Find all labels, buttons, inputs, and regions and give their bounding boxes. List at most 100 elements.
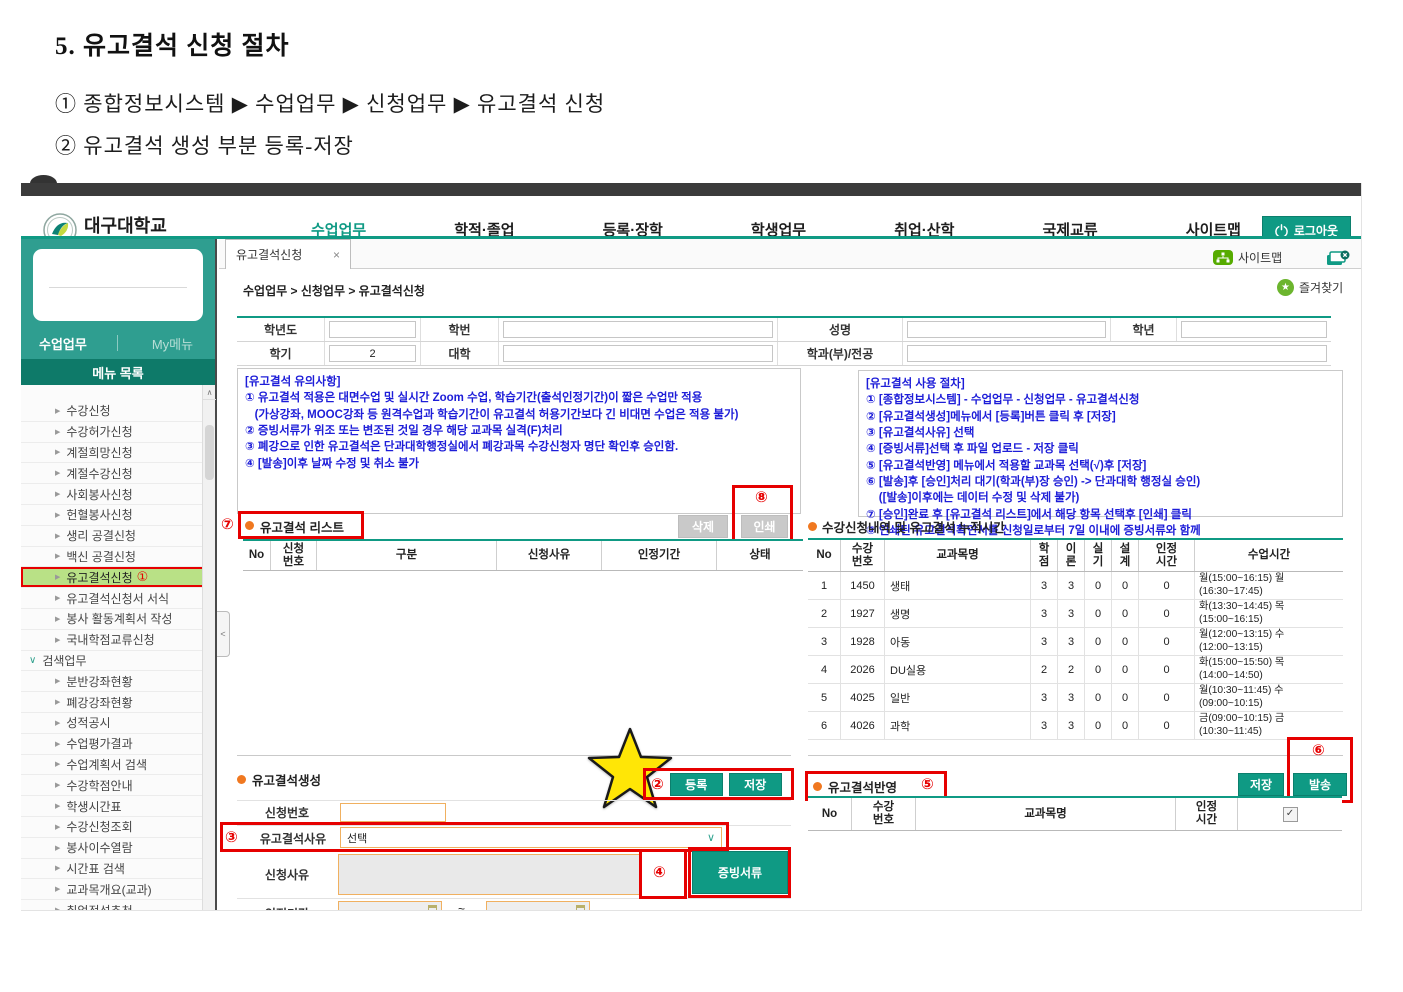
send-button[interactable]: 발송 — [1293, 773, 1347, 796]
attachment-button[interactable]: 증빙서류 — [692, 851, 788, 894]
triangle-icon: ▶ — [55, 864, 60, 872]
reason-label: 신청사유 — [237, 851, 337, 898]
period-start-input[interactable] — [338, 901, 442, 911]
year-input[interactable] — [329, 321, 416, 338]
reason-type-select[interactable]: 선택 ∨ — [340, 827, 722, 848]
sidebar-collapse-handle[interactable]: < — [217, 611, 230, 657]
sidebar-menu-item[interactable]: ▶ 취업적성추천 — [21, 900, 204, 910]
reason-textarea[interactable] — [338, 854, 640, 895]
studentno-input[interactable] — [503, 321, 773, 338]
cell-code: 1928 — [841, 628, 885, 656]
register-button[interactable]: 등록 — [670, 773, 723, 796]
sidebar-menu-item[interactable]: ▶ 유고결석신청서 서식 — [21, 588, 204, 609]
sidebar-menu-item[interactable]: ▶ 시간표 검색 — [21, 859, 204, 880]
sidebar-menu-item[interactable]: ▶ 수강허가신청 — [21, 422, 204, 443]
sidebar-menu-item[interactable]: ▶ 수업평가결과 — [21, 734, 204, 755]
sidebar-menu-item[interactable]: ▶ 분반강좌현황 — [21, 671, 204, 692]
cell-design: 0 — [1112, 712, 1139, 740]
sidebar-tab-mymenu[interactable]: My메뉴 — [152, 334, 193, 353]
close-icon[interactable]: × — [333, 248, 340, 262]
apply-save-button[interactable]: 저장 — [1238, 773, 1284, 796]
dept-input[interactable] — [907, 345, 1327, 362]
college-input[interactable] — [503, 345, 773, 362]
cell-design: 0 — [1112, 684, 1139, 712]
name-input[interactable] — [907, 321, 1106, 338]
cell-course: 일반 — [885, 684, 1031, 712]
bullet-icon — [813, 780, 822, 794]
scroll-up-icon[interactable]: ∧ — [203, 385, 216, 400]
divider — [49, 287, 187, 288]
cell-theory: 2 — [1058, 656, 1085, 684]
sidebar-menu-item-label: 분반강좌현황 — [66, 673, 132, 690]
sidebar-menu-item-label: 교과목개요(교과) — [66, 881, 151, 898]
sidebar-menu-item[interactable]: ▶ 계절희망신청 — [21, 443, 204, 464]
sidebar-menu: ▶ 수강신청 ▶ 수강허가신청 ▶ 계절희망신청 — [21, 385, 215, 910]
calendar-icon[interactable] — [428, 905, 437, 911]
calendar-icon[interactable] — [576, 905, 585, 911]
table-row: 5 4025 일반 3 3 0 0 0 월(10:30~11:45) 수(09:… — [808, 684, 1343, 712]
divider — [117, 335, 118, 351]
annotation-number-5: ⑤ — [921, 777, 934, 792]
cell-theory: 3 — [1058, 628, 1085, 656]
cell-no: 3 — [808, 628, 841, 656]
sidebar-menu-item[interactable]: ▶ 수업계획서 검색 — [21, 755, 204, 776]
close-all-tabs-icon[interactable] — [1326, 250, 1350, 270]
triangle-icon: ▶ — [55, 552, 60, 560]
sidebar-menu-item[interactable]: ▶ 헌혈봉사신청 — [21, 505, 204, 526]
sidebar-menu-item[interactable]: ▶ 유고결석신청 ① — [21, 567, 204, 588]
column-header: 신청사유 — [497, 541, 602, 570]
create-buttons: ② 등록 저장 — [651, 773, 782, 796]
sidebar-menu-item[interactable]: ▶ 봉사이수열람 — [21, 838, 204, 859]
sidebar-menu-item[interactable]: ▶ 백신 공결신청 — [21, 547, 204, 568]
sidebar-menu-item[interactable]: ▶ 성적공시 — [21, 713, 204, 734]
sidebar-menu-item-label: 시간표 검색 — [66, 860, 125, 877]
save-button[interactable]: 저장 — [729, 773, 782, 796]
grade-input[interactable] — [1181, 321, 1327, 338]
sidebar-menu-item[interactable]: ▶ 학생시간표 — [21, 796, 204, 817]
column-header: 인정 시간 — [1139, 540, 1195, 571]
sidebar-menu-item[interactable]: ▶ 사회봉사신청 — [21, 484, 204, 505]
select-all-checkbox[interactable]: ✓ — [1283, 807, 1298, 822]
sidebar-scrollbar[interactable]: ∧ — [202, 385, 215, 910]
print-button[interactable]: 인쇄 — [741, 515, 788, 538]
doc-step-1: ① 종합정보시스템 ▶ 수업업무 ▶ 신청업무 ▶ 유고결석 신청 — [55, 88, 605, 118]
favorite-label: 즐겨찾기 — [1299, 279, 1343, 296]
absence-list-table: No신청 번호구분신청사유인정기간상태 — [243, 539, 803, 571]
cell-schedule: 화(15:00~15:50) 목(14:00~14:50) — [1195, 656, 1343, 684]
semester-label: 학기 — [237, 342, 325, 365]
delete-button[interactable]: 삭제 — [678, 515, 728, 538]
sidebar-menu-item-label: 수강신청조회 — [66, 818, 132, 835]
scrollbar-thumb[interactable] — [205, 425, 214, 480]
triangle-icon: ▶ — [55, 698, 60, 706]
sidebar-menu-item[interactable]: ▶ 수강신청 — [21, 401, 204, 422]
sidebar-tab-lecture[interactable]: 수업업무 — [39, 334, 87, 353]
sidebar-menu-item[interactable]: ▶ 수강신청조회 — [21, 817, 204, 838]
sidebar-menu-item[interactable]: ▶ 계절수강신청 — [21, 463, 204, 484]
notice-title: [유고결석 사용 절차] — [866, 376, 1335, 392]
sidebar-menu-item[interactable]: ▶ 국내학점교류신청 — [21, 630, 204, 651]
annotation-number-7: ⑦ — [221, 517, 234, 532]
tab-yugogyeolseok[interactable]: 유고결석신청 × — [225, 239, 351, 269]
period-tilde: ~ — [458, 902, 465, 911]
annotation-number-1: ① — [137, 569, 149, 585]
sidebar-menu-item[interactable]: ∨ 검색업무 — [21, 651, 204, 672]
triangle-icon: ▶ — [55, 615, 60, 623]
sitemap-button[interactable]: 사이트맵 — [1213, 249, 1282, 266]
notice-line: ② [유고결석생성]메뉴에서 [등록]버튼 클릭 후 [저장] — [866, 409, 1335, 425]
semester-input[interactable] — [329, 345, 416, 362]
period-label: 인정기간 — [237, 898, 337, 911]
applyno-input[interactable] — [340, 803, 446, 822]
sidebar-menu-item[interactable]: ▶ 수강학점안내 — [21, 775, 204, 796]
notice-line: ① 유고결석 적용은 대면수업 및 실시간 Zoom 수업, 학습기간(출석인정… — [245, 390, 793, 406]
sidebar-menu-item[interactable]: ▶ 봉사 활동계획서 작성 — [21, 609, 204, 630]
list-section-title: 유고결석 리스트 — [260, 517, 344, 536]
sidebar-menu-item[interactable]: ▶ 교과목개요(교과) — [21, 879, 204, 900]
favorite-button[interactable]: ★ 즐겨찾기 — [1277, 279, 1343, 296]
period-end-input[interactable] — [486, 901, 590, 911]
triangle-icon: ▶ — [55, 407, 60, 415]
cell-code: 2026 — [841, 656, 885, 684]
table-row: 1 1450 생태 3 3 0 0 0 월(15:00~16:15) 월(16:… — [808, 572, 1343, 600]
sidebar-menu-item[interactable]: ▶ 생리 공결신청 — [21, 526, 204, 547]
triangle-icon: ▶ — [55, 719, 60, 727]
sidebar-menu-item[interactable]: ▶ 폐강강좌현황 — [21, 692, 204, 713]
